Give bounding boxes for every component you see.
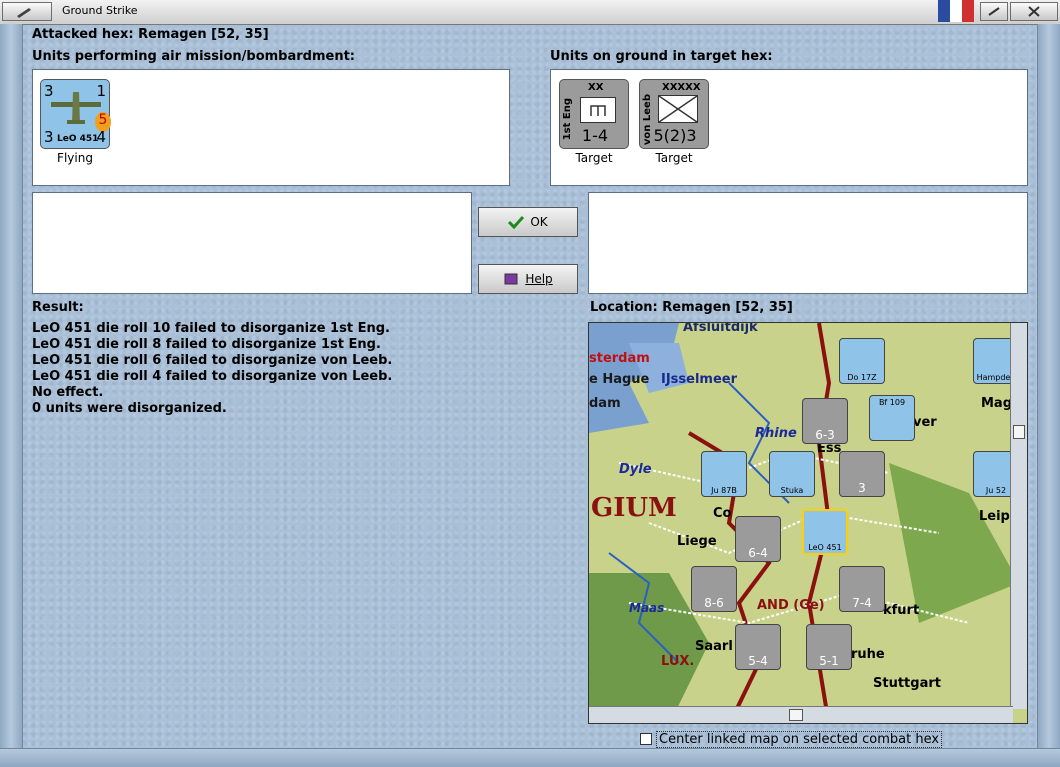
ground-unit-1-strength: 1-4	[581, 126, 609, 145]
map-air-unit-name: Stuka	[780, 486, 804, 495]
window-menu-button[interactable]	[2, 2, 52, 21]
map-unit[interactable]: 5-4	[735, 624, 781, 670]
map-place: Liege	[677, 534, 717, 549]
map-air-unit[interactable]: Stuka	[769, 451, 815, 497]
attacked-hex-label: Attacked hex: Remagen [52, 35]	[32, 27, 269, 42]
map-air-unit-name: LeO 451	[808, 543, 842, 552]
air-units-panel: 3 1 5 3 LeO 451 4 Flying	[32, 69, 510, 186]
map-unit-value: 8-6	[704, 596, 724, 610]
ground-unit-2-strength: 5(2)3	[653, 126, 697, 145]
center-map-checkbox[interactable]	[640, 733, 652, 745]
close-icon	[1028, 6, 1040, 17]
ground-unit-counter-1[interactable]: XX 1st Eng 1-4	[559, 79, 629, 149]
window-menu-icon	[17, 8, 31, 18]
ground-unit-1-status: Target	[575, 151, 613, 165]
map-unit[interactable]: 6-3	[802, 398, 848, 444]
ground-unit-2-status: Target	[655, 151, 693, 165]
help-book-icon	[504, 273, 518, 285]
map-vertical-scrollbar[interactable]	[1010, 323, 1027, 709]
map-air-unit-name: Do 17Z	[847, 373, 877, 382]
map-unit-value: 3	[858, 481, 866, 495]
bottom-frame	[0, 748, 1060, 767]
map-place: Afsluitdijk	[683, 322, 758, 335]
right-details-panel	[588, 192, 1028, 294]
map-place: Rhine	[755, 426, 797, 441]
infantry-symbol-icon	[658, 95, 698, 123]
map-unit[interactable]: 7-4	[839, 566, 885, 612]
location-map[interactable]: Afsluitdijk sterdam e Hague IJsselmeer d…	[588, 322, 1028, 724]
map-air-unit-name: Bf 109	[878, 398, 906, 407]
ground-unit-2-size: XXXXX	[662, 82, 701, 93]
map-place: kfurt	[883, 603, 920, 618]
result-line: No effect.	[32, 385, 104, 400]
location-label: Location: Remagen [52, 35]	[590, 300, 793, 315]
center-map-checkbox-label[interactable]: Center linked map on selected combat hex	[656, 731, 943, 748]
map-place: ver	[913, 415, 937, 430]
map-place: Dyle	[619, 462, 652, 477]
france-flag-icon	[938, 0, 974, 22]
result-label: Result:	[32, 300, 84, 315]
map-horizontal-scroll-thumb[interactable]	[789, 709, 803, 721]
minimize-button[interactable]	[980, 2, 1008, 21]
air-unit-bottom-right: 4	[96, 128, 106, 146]
ground-units-label: Units on ground in target hex:	[550, 49, 773, 64]
map-air-unit[interactable]: Do 17Z	[839, 338, 885, 384]
air-unit-name: LeO 451	[57, 134, 99, 144]
map-place: GIUM	[591, 493, 677, 523]
map-air-unit[interactable]: Ju 87B	[701, 451, 747, 497]
map-place: IJsselmeer	[661, 372, 738, 387]
title-bar: Ground Strike	[0, 0, 1060, 25]
map-unit[interactable]: 6-4	[735, 516, 781, 562]
close-button[interactable]	[1010, 2, 1058, 21]
air-unit-counter[interactable]: 3 1 5 3 LeO 451 4	[40, 79, 111, 149]
map-unit-value: 6-3	[815, 428, 835, 442]
map-unit[interactable]: 8-6	[691, 566, 737, 612]
result-line: 0 units were disorganized.	[32, 401, 227, 416]
map-place: Saarl	[695, 639, 733, 654]
left-details-panel	[32, 192, 472, 294]
result-line: LeO 451 die roll 6 failed to disorganize…	[32, 353, 393, 368]
map-place: dam	[589, 396, 621, 411]
engineer-symbol-icon	[580, 97, 616, 123]
map-unit-value: 7-4	[852, 596, 872, 610]
map-place: ruhe	[851, 647, 885, 662]
result-line: LeO 451 die roll 4 failed to disorganize…	[32, 369, 393, 384]
checkmark-icon	[508, 215, 525, 229]
ok-button[interactable]: OK	[478, 207, 578, 237]
map-place: AND (Ge)	[757, 598, 825, 613]
map-unit[interactable]: 3	[839, 451, 885, 497]
map-air-unit[interactable]: LeO 451	[802, 509, 848, 555]
map-place: e Hague	[589, 372, 650, 387]
map-air-unit[interactable]: Bf 109	[869, 395, 915, 441]
map-unit-value: 5-4	[748, 654, 768, 668]
map-air-unit-name: Ju 87B	[711, 486, 737, 495]
map-unit-value: 6-4	[748, 546, 768, 560]
window-title: Ground Strike	[62, 4, 138, 17]
map-vertical-scroll-thumb[interactable]	[1013, 425, 1025, 439]
map-place: Leip	[979, 509, 1010, 524]
map-unit-value: 5-1	[819, 654, 839, 668]
minimize-icon	[988, 7, 1000, 16]
map-place: LUX.	[661, 654, 695, 669]
air-units-label: Units performing air mission/bombardment…	[32, 49, 356, 64]
ground-unit-counter-2[interactable]: XXXXX von Leeb 5(2)3	[639, 79, 709, 149]
help-button-label: Help	[525, 272, 553, 286]
ok-button-label: OK	[530, 215, 548, 229]
map-unit[interactable]: 5-1	[806, 624, 852, 670]
right-frame	[1037, 24, 1060, 766]
help-button[interactable]: Help	[478, 264, 578, 294]
result-line: LeO 451 die roll 8 failed to disorganize…	[32, 337, 381, 352]
map-horizontal-scrollbar[interactable]	[589, 706, 1013, 723]
air-unit-status: Flying	[57, 151, 93, 165]
map-place: Maas	[629, 601, 665, 615]
ground-units-panel: XX 1st Eng 1-4 Target XXXXX von Leeb 5(2…	[550, 69, 1028, 186]
air-unit-bottom-left: 3	[44, 128, 54, 146]
ground-unit-1-size: XX	[588, 82, 604, 93]
map-place: sterdam	[589, 351, 650, 366]
result-line: LeO 451 die roll 10 failed to disorganiz…	[32, 321, 390, 336]
left-frame	[0, 24, 23, 766]
map-place: Stuttgart	[873, 676, 941, 691]
map-place: Co	[713, 506, 732, 521]
